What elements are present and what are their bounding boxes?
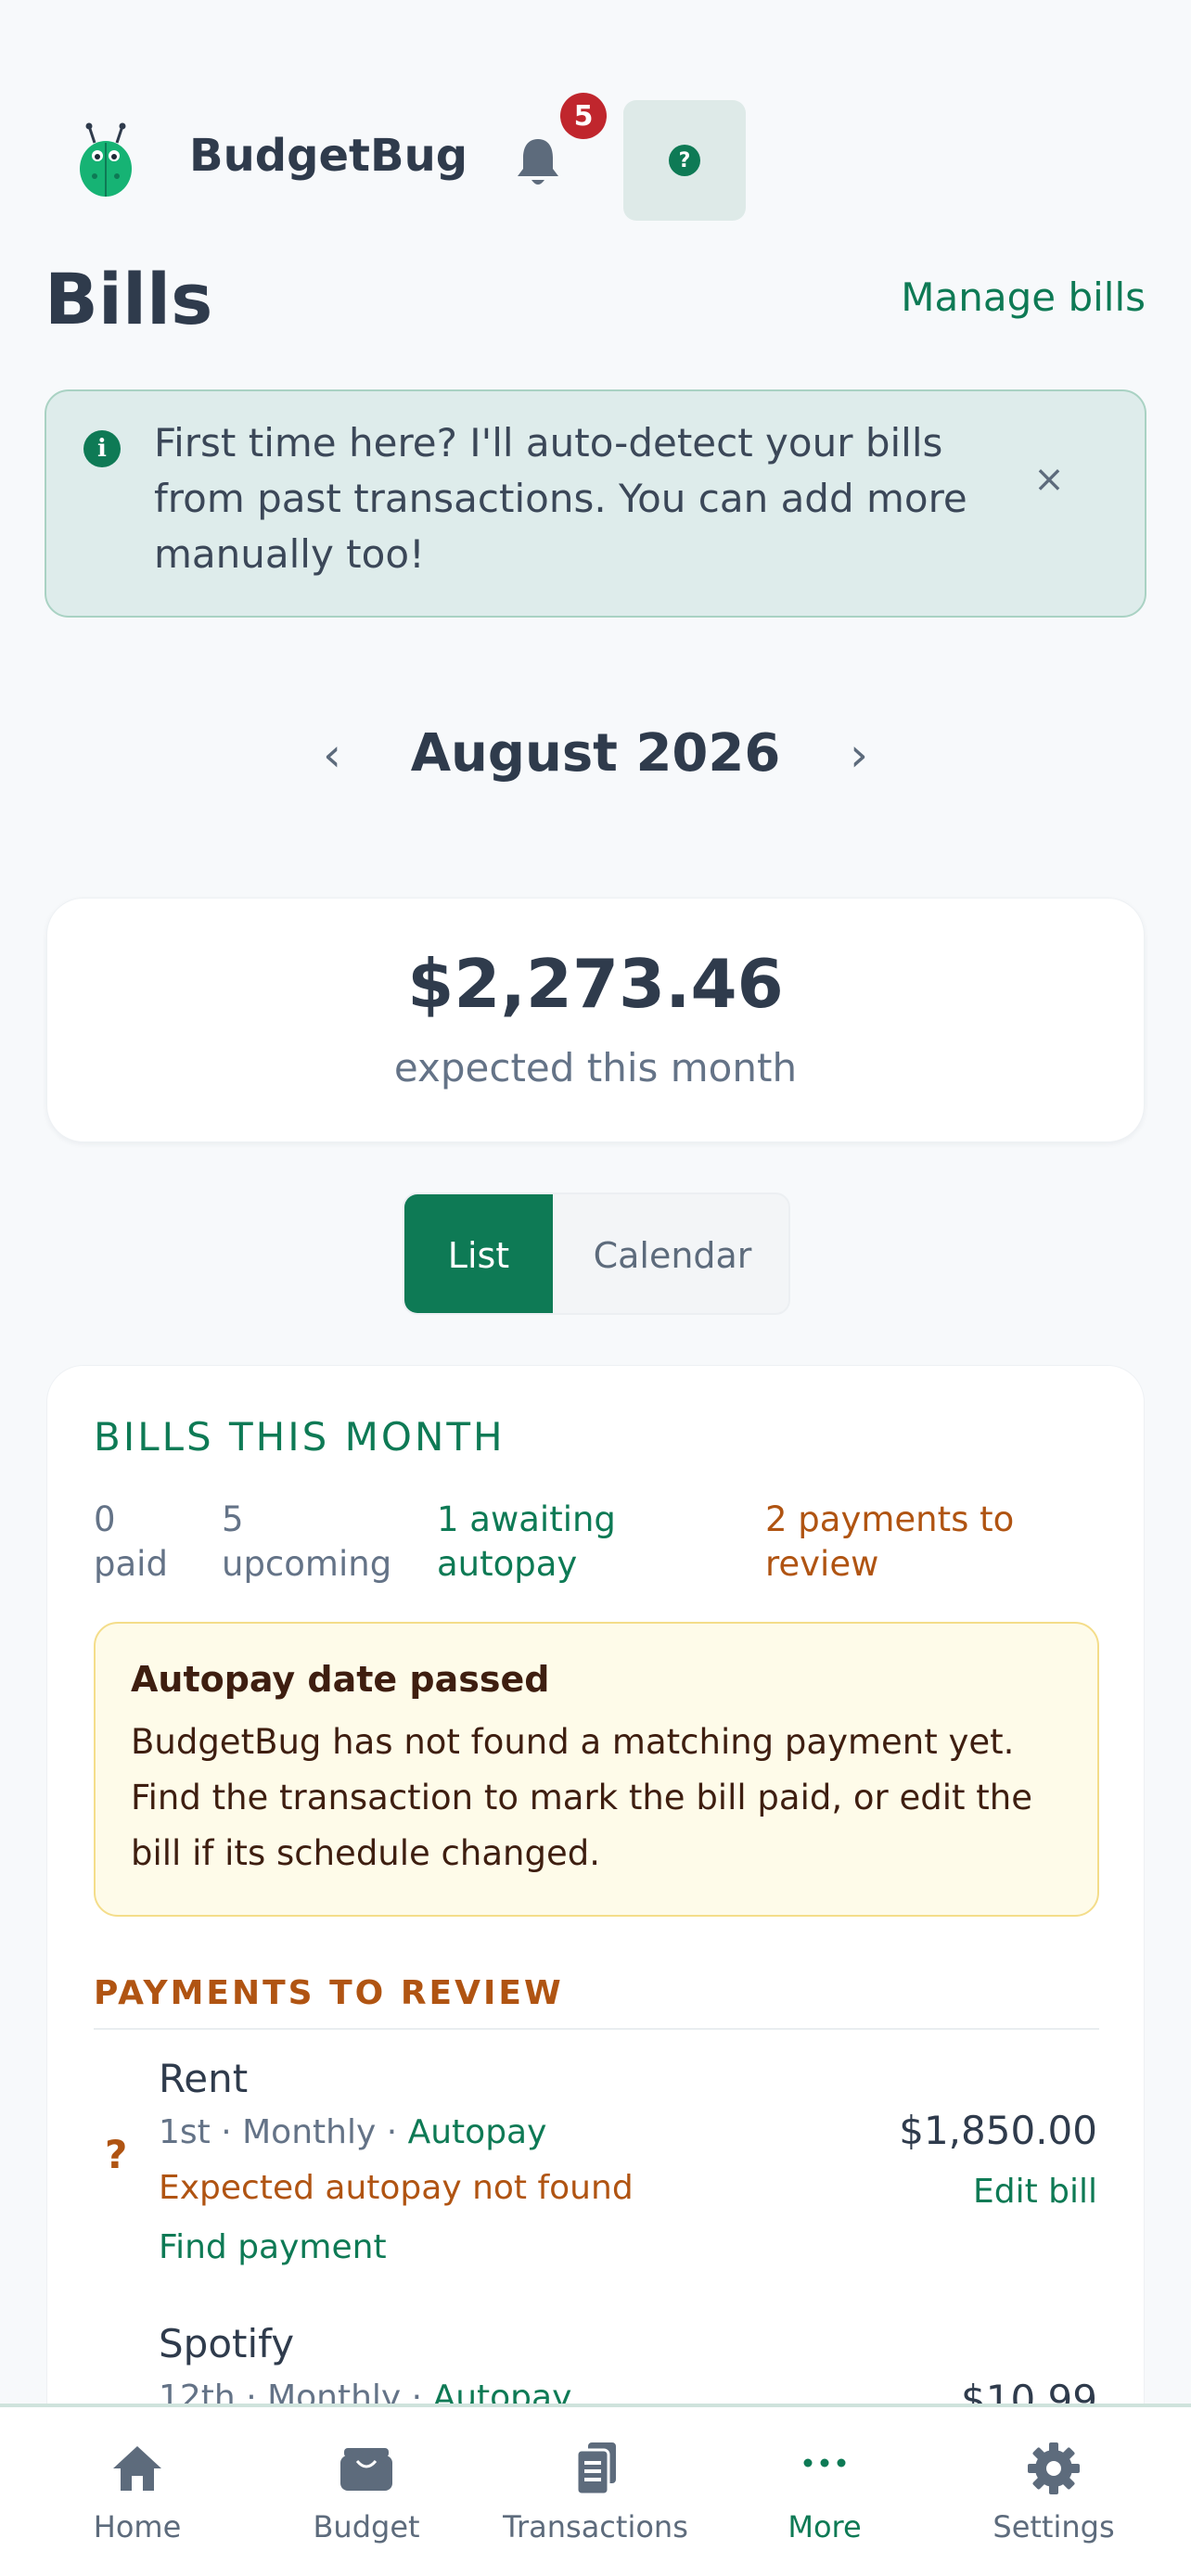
nav-label: Settings	[992, 2509, 1115, 2544]
stat-upcoming: 5 upcoming	[222, 1499, 392, 1584]
question-icon: ?	[105, 2132, 128, 2177]
help-icon: ?	[669, 145, 700, 176]
receipt-icon	[575, 2442, 616, 2496]
bug-logo-icon	[80, 122, 132, 197]
nav-home[interactable]: Home	[26, 2441, 249, 2561]
notification-badge: 5	[560, 93, 607, 139]
banner-text: First time here? I'll auto-detect your b…	[154, 420, 967, 577]
brand-name: BudgetBug	[189, 130, 468, 182]
manage-bills-link[interactable]: Manage bills	[901, 274, 1146, 320]
app-header: BudgetBug 5 ?	[0, 0, 1191, 241]
review-heading: PAYMENTS TO REVIEW	[94, 1974, 564, 2012]
bill-name: Rent	[159, 2056, 249, 2101]
info-icon: i	[83, 430, 121, 467]
nav-label: More	[788, 2509, 862, 2544]
info-banner: i First time here? I'll auto-detect your…	[45, 389, 1146, 618]
stat-payments-to-review[interactable]: 2 payments to review	[765, 1498, 1062, 1587]
stat-paid: 0 paid	[94, 1499, 168, 1584]
wallet-icon	[340, 2448, 392, 2491]
bottom-nav: Home Budget Transactions More Settings	[0, 2404, 1191, 2576]
alert-body: BudgetBug has not found a matching payme…	[131, 1722, 1032, 1873]
nav-label: Home	[93, 2509, 182, 2544]
more-dots-icon	[803, 2458, 846, 2468]
list-view-button[interactable]: List	[404, 1194, 553, 1313]
chevron-right-icon[interactable]: ›	[833, 729, 885, 781]
nav-more[interactable]: More	[713, 2441, 936, 2561]
nav-label: Transactions	[503, 2509, 688, 2544]
edit-bill-link[interactable]: Edit bill	[973, 2173, 1097, 2211]
month-label: August 2026	[410, 723, 781, 784]
help-button[interactable]: ?	[623, 100, 746, 221]
nav-label: Budget	[313, 2509, 420, 2544]
page-title: Bills	[45, 258, 213, 340]
chevron-left-icon[interactable]: ‹	[306, 729, 358, 781]
bell-icon[interactable]	[512, 134, 564, 189]
bill-meta: 1st · Monthly · Autopay	[159, 2113, 547, 2151]
nav-settings[interactable]: Settings	[942, 2441, 1165, 2561]
total-card: $2,273.46 expected this month	[46, 898, 1145, 1142]
nav-budget[interactable]: Budget	[255, 2441, 478, 2561]
bill-amount: $1,850.00	[899, 2108, 1097, 2153]
bill-name: Spotify	[159, 2321, 295, 2366]
divider	[94, 2028, 1099, 2030]
autopay-label: Autopay	[407, 2113, 547, 2151]
total-subtitle: expected this month	[393, 1045, 798, 1090]
bills-section-title: BILLS THIS MONTH	[94, 1414, 506, 1460]
bills-card: BILLS THIS MONTH 0 paid 5 upcoming 1 awa…	[46, 1365, 1145, 2576]
close-icon[interactable]: ×	[1026, 456, 1072, 503]
bill-warning: Expected autopay not found	[159, 2169, 634, 2207]
gear-icon	[1028, 2442, 1080, 2494]
total-amount: $2,273.46	[407, 945, 784, 1023]
autopay-alert: Autopay date passed BudgetBug has not fo…	[94, 1622, 1099, 1917]
find-payment-link[interactable]: Find payment	[159, 2228, 387, 2266]
calendar-view-button[interactable]: Calendar	[553, 1194, 788, 1313]
view-toggle: List Calendar	[403, 1192, 790, 1315]
stat-awaiting-autopay[interactable]: 1 awaiting autopay	[437, 1498, 715, 1587]
alert-title: Autopay date passed	[131, 1659, 550, 1700]
nav-transactions[interactable]: Transactions	[484, 2441, 707, 2561]
home-icon	[113, 2446, 161, 2491]
